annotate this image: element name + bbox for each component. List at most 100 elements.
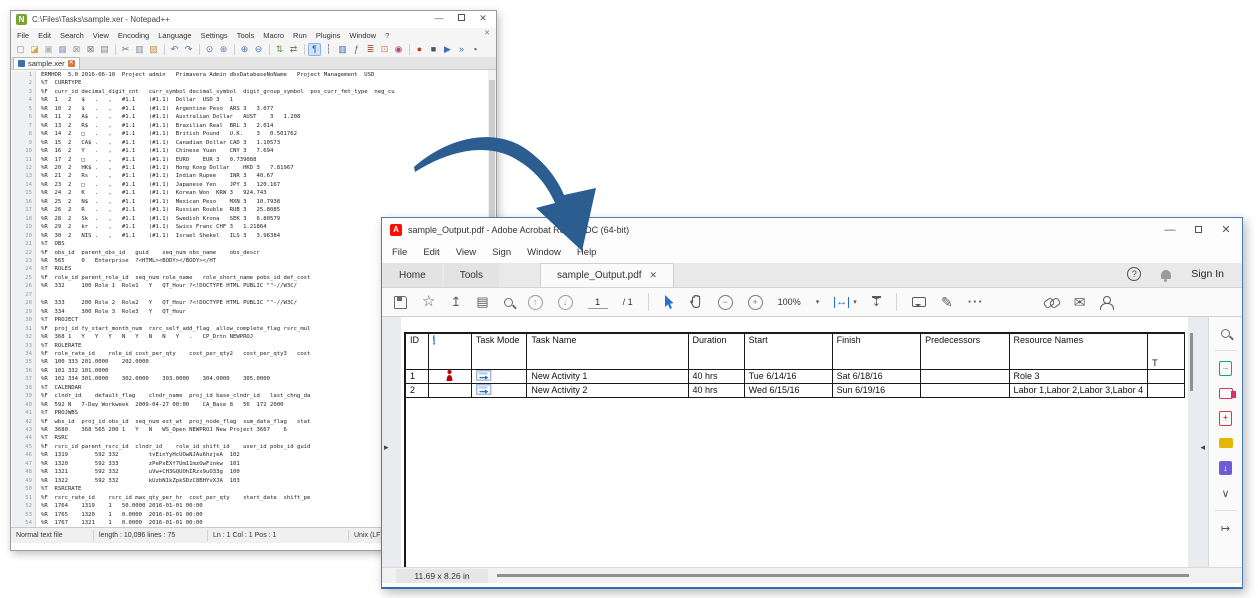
save-icon[interactable]: ▣: [42, 43, 55, 56]
close-all-icon[interactable]: ⊠: [84, 43, 97, 56]
close-button[interactable]: ✕: [472, 11, 494, 26]
page-number-input[interactable]: [588, 295, 608, 309]
print-icon[interactable]: ▤: [98, 43, 111, 56]
maximize-button[interactable]: [1184, 220, 1212, 240]
tab-home[interactable]: Home: [383, 263, 442, 287]
hand-tool-icon[interactable]: [690, 295, 703, 310]
vertical-scrollbar-thumb[interactable]: [1190, 333, 1193, 391]
menu-run[interactable]: Run: [293, 31, 307, 40]
doc-map-icon[interactable]: ▥: [336, 43, 349, 56]
tools-pane-collapse-icon[interactable]: ◂: [1200, 442, 1205, 453]
indent-guide-icon[interactable]: ┆: [322, 43, 335, 56]
maximize-button[interactable]: [450, 11, 472, 26]
open-file-icon[interactable]: ◪: [28, 43, 41, 56]
create-pdf-icon[interactable]: +: [1218, 410, 1234, 426]
save-icon[interactable]: [394, 296, 407, 309]
cut-icon[interactable]: ✂: [119, 43, 132, 56]
menu-plugins[interactable]: Plugins: [316, 31, 341, 40]
monitor-icon[interactable]: ◉: [392, 43, 405, 56]
sync-scroll-v-icon[interactable]: ⇅: [273, 43, 286, 56]
menu-window[interactable]: Window: [349, 31, 376, 40]
menu-sign[interactable]: Sign: [492, 247, 511, 258]
paste-icon[interactable]: ▧: [147, 43, 160, 56]
navigation-pane-toggle-icon[interactable]: ▸: [384, 442, 389, 453]
doc-list-icon[interactable]: ≣: [364, 43, 377, 56]
zoom-in-icon[interactable]: ⊕: [238, 43, 251, 56]
next-page-icon[interactable]: ↓: [558, 295, 573, 310]
more-tools-chevron-icon[interactable]: ∨: [1218, 485, 1234, 501]
undo-icon[interactable]: ↶: [168, 43, 181, 56]
zoom-out-icon[interactable]: −: [718, 295, 733, 310]
menu-macro[interactable]: Macro: [263, 31, 284, 40]
save-all-icon[interactable]: ▦: [56, 43, 69, 56]
comment-icon[interactable]: [912, 297, 926, 307]
zoom-in-icon[interactable]: +: [748, 295, 763, 310]
redo-icon[interactable]: ↷: [182, 43, 195, 56]
menu-window[interactable]: Window: [527, 247, 561, 258]
email-icon[interactable]: ✉: [1074, 294, 1086, 310]
select-tool-icon[interactable]: [664, 295, 675, 310]
open-tools-pane-icon[interactable]: ↦: [1218, 520, 1234, 536]
menu-view[interactable]: View: [93, 31, 109, 40]
share-link-icon[interactable]: [1044, 297, 1059, 307]
document-close-icon[interactable]: ✕: [484, 29, 490, 37]
search-tool-icon[interactable]: [1218, 325, 1234, 341]
menu-file[interactable]: File: [17, 31, 29, 40]
highlight-pen-icon[interactable]: ✎: [941, 294, 953, 310]
acrobat-title-bar[interactable]: A sample_Output.pdf - Adobe Acrobat Read…: [382, 218, 1242, 241]
close-button[interactable]: ✕: [1212, 220, 1240, 240]
zoom-dropdown-caret-icon[interactable]: ▾: [816, 298, 820, 306]
menu-tools[interactable]: Tools: [237, 31, 255, 40]
print-icon[interactable]: ▤: [476, 294, 488, 310]
menu-view[interactable]: View: [456, 247, 476, 258]
copy-icon[interactable]: ▥: [133, 43, 146, 56]
menu-help[interactable]: ?: [385, 31, 389, 40]
menu-language[interactable]: Language: [158, 31, 191, 40]
combine-files-icon[interactable]: ↓: [1218, 460, 1234, 476]
find-icon[interactable]: ⊙: [203, 43, 216, 56]
minimize-button[interactable]: —: [428, 11, 450, 26]
menu-edit[interactable]: Edit: [38, 31, 51, 40]
notifications-bell-icon[interactable]: [1161, 270, 1171, 279]
replace-icon[interactable]: ⊛: [217, 43, 230, 56]
stop-record-icon[interactable]: ■: [427, 43, 440, 56]
menu-settings[interactable]: Settings: [201, 31, 228, 40]
help-icon[interactable]: ?: [1127, 267, 1141, 281]
find-icon[interactable]: [504, 298, 513, 307]
editor-text[interactable]: ERMHDR 5.0 2016-06-10 Project admin Prim…: [41, 71, 395, 527]
zoom-out-icon[interactable]: ⊖: [252, 43, 265, 56]
sync-scroll-h-icon[interactable]: ⇄: [287, 43, 300, 56]
comment-tool-icon[interactable]: [1218, 435, 1234, 451]
record-macro-icon[interactable]: ●: [413, 43, 426, 56]
page-fit-caret-icon[interactable]: ▾: [853, 298, 857, 306]
export-pdf-icon[interactable]: →: [1218, 360, 1234, 376]
function-list-icon[interactable]: ƒ: [350, 43, 363, 56]
tab-sample-xer[interactable]: sample.xer ✕: [13, 57, 80, 69]
folder-workspace-icon[interactable]: ⊡: [378, 43, 391, 56]
minimize-button[interactable]: —: [1156, 220, 1184, 240]
horizontal-scrollbar-thumb[interactable]: [497, 574, 1189, 577]
save-macro-icon[interactable]: ▪: [469, 43, 482, 56]
person-add-icon[interactable]: [1100, 296, 1113, 309]
tab-close-icon[interactable]: ✕: [68, 60, 75, 67]
star-icon[interactable]: ☆: [422, 294, 435, 310]
menu-file[interactable]: File: [392, 247, 407, 258]
measure-icon[interactable]: ↧: [872, 296, 881, 308]
play-macro-icon[interactable]: ▶: [441, 43, 454, 56]
menu-edit[interactable]: Edit: [423, 247, 439, 258]
close-icon[interactable]: ⊠: [70, 43, 83, 56]
previous-page-icon[interactable]: ↑: [528, 295, 543, 310]
run-macro-multiple-icon[interactable]: »: [455, 43, 468, 56]
edit-pdf-icon[interactable]: [1218, 385, 1234, 401]
notepad-title-bar[interactable]: N C:\Files\Tasks\sample.xer - Notepad++ …: [11, 11, 496, 28]
page-fit-icon[interactable]: ↔: [834, 297, 849, 308]
show-all-chars-icon[interactable]: ¶: [308, 43, 321, 56]
sign-in-button[interactable]: Sign In: [1191, 268, 1224, 280]
menu-help[interactable]: Help: [577, 247, 597, 258]
tab-tools[interactable]: Tools: [444, 263, 499, 287]
menu-encoding[interactable]: Encoding: [118, 31, 149, 40]
tab-close-icon[interactable]: ✕: [650, 270, 658, 281]
zoom-level-label[interactable]: 100%: [778, 297, 801, 307]
share-upload-icon[interactable]: ↥: [450, 294, 461, 310]
new-file-icon[interactable]: ▢: [14, 43, 27, 56]
